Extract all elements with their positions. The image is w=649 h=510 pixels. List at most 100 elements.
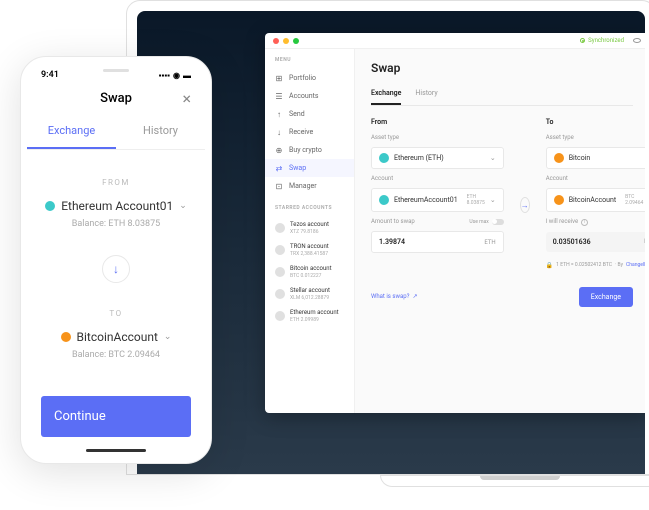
starred-account-ethereum[interactable]: Ethereum accountETH 2.09989 bbox=[265, 305, 354, 327]
sidebar-item-portfolio[interactable]: ⊞Portfolio bbox=[265, 69, 354, 87]
tron-icon bbox=[275, 245, 285, 255]
receive-output: 0.03501636 BTC bbox=[546, 232, 645, 252]
swap-direction-button[interactable]: → bbox=[520, 197, 530, 213]
sync-icon bbox=[580, 38, 585, 43]
to-asset-select[interactable]: Bitcoin ⌄ bbox=[546, 147, 645, 169]
bitcoin-coin-icon bbox=[554, 153, 564, 163]
to-balance: Balance: BTC 2.09464 bbox=[45, 350, 187, 360]
laptop-notch bbox=[480, 476, 560, 480]
phone-title: Swap bbox=[100, 91, 132, 106]
app-body: MENU ⊞Portfolio ☰Accounts ↑Send ↓Receive… bbox=[265, 49, 645, 413]
to-section-label: TO bbox=[45, 309, 187, 318]
phone-tab-history[interactable]: History bbox=[116, 114, 205, 149]
ethereum-icon bbox=[275, 311, 285, 321]
titlebar: Synchronized bbox=[265, 33, 645, 49]
phone-tabs: Exchange History bbox=[27, 114, 205, 150]
exchange-button[interactable]: Exchange bbox=[579, 287, 633, 307]
stellar-icon bbox=[275, 289, 285, 299]
bitcoin-icon bbox=[275, 267, 285, 277]
sync-status: Synchronized bbox=[580, 37, 641, 44]
from-balance: Balance: ETH 8.03875 bbox=[45, 219, 187, 229]
sidebar-item-manager[interactable]: ⊡Manager bbox=[265, 177, 354, 195]
tab-exchange[interactable]: Exchange bbox=[371, 89, 401, 105]
sidebar: MENU ⊞Portfolio ☰Accounts ↑Send ↓Receive… bbox=[265, 49, 355, 413]
use-max-toggle[interactable]: Use max bbox=[469, 219, 503, 225]
laptop-screen: Synchronized MENU ⊞Portfolio ☰Accounts ↑… bbox=[137, 11, 645, 474]
from-label: From bbox=[371, 118, 504, 126]
from-account-select[interactable]: Ethereum Account01 ⌄ bbox=[45, 199, 187, 213]
to-account-select[interactable]: BitcoinAccount ⌄ bbox=[45, 330, 187, 344]
starred-account-tron[interactable]: TRON accountTRX 2,388.41587 bbox=[265, 239, 354, 261]
sidebar-item-send[interactable]: ↑Send bbox=[265, 105, 354, 123]
exchange-rate: 🔒 1 ETH = 0.02502412 BTC · By Changelly … bbox=[546, 262, 645, 269]
from-column: From Asset type Ethereum (ETH) ⌄ Account bbox=[371, 118, 504, 269]
bitcoin-coin-icon bbox=[61, 332, 71, 342]
signal-icon: ▪▪▪▪ bbox=[159, 71, 170, 80]
phone-screen: 9:41 ▪▪▪▪ ◉ ▬ Swap × Exchange History FR… bbox=[27, 63, 205, 457]
starred-section-label: STARRED ACCOUNTS bbox=[265, 195, 354, 217]
tab-history[interactable]: History bbox=[415, 89, 437, 105]
starred-account-stellar[interactable]: Stellar accountXLM 6,012.28879 bbox=[265, 283, 354, 305]
what-is-swap-link[interactable]: What is swap?↗ bbox=[371, 293, 418, 300]
sidebar-item-accounts[interactable]: ☰Accounts bbox=[265, 87, 354, 105]
swap-form: From Asset type Ethereum (ETH) ⌄ Account bbox=[371, 118, 633, 269]
manager-icon: ⊡ bbox=[275, 182, 283, 190]
page-title: Swap bbox=[371, 61, 633, 75]
phone-content: FROM Ethereum Account01 ⌄ Balance: ETH 8… bbox=[27, 150, 205, 370]
amount-label: Amount to swap bbox=[371, 218, 415, 225]
sidebar-item-receive[interactable]: ↓Receive bbox=[265, 123, 354, 141]
close-icon[interactable]: × bbox=[182, 89, 191, 108]
swap-direction-button[interactable]: ↓ bbox=[102, 255, 130, 283]
maximize-window-button[interactable] bbox=[293, 38, 299, 44]
starred-account-bitcoin[interactable]: Bitcoin accountBTC 0.012227 bbox=[265, 261, 354, 283]
from-asset-type-label: Asset type bbox=[371, 134, 504, 141]
send-icon: ↑ bbox=[275, 110, 283, 118]
speaker bbox=[103, 69, 129, 72]
receive-icon: ↓ bbox=[275, 128, 283, 136]
desktop-app-window: Synchronized MENU ⊞Portfolio ☰Accounts ↑… bbox=[265, 33, 645, 413]
to-account-select[interactable]: BitcoinAccount BTC 2.09464 ⌄ bbox=[546, 188, 645, 212]
tezos-icon bbox=[275, 223, 285, 233]
continue-button[interactable]: Continue bbox=[41, 396, 191, 437]
ethereum-coin-icon bbox=[45, 201, 55, 211]
main-content: Swap Exchange History From Asset type bbox=[355, 49, 645, 413]
provider-link[interactable]: Changelly bbox=[626, 262, 645, 268]
phone-header: Swap × bbox=[27, 83, 205, 114]
from-asset-select[interactable]: Ethereum (ETH) ⌄ bbox=[371, 147, 504, 169]
receive-label: I will receivei bbox=[546, 218, 645, 226]
phone-notch bbox=[81, 63, 151, 77]
chevron-down-icon: ⌄ bbox=[490, 196, 496, 204]
sidebar-item-swap[interactable]: ⇄Swap bbox=[265, 159, 354, 177]
status-icons: ▪▪▪▪ ◉ ▬ bbox=[159, 71, 191, 80]
toggle-icon bbox=[492, 219, 504, 225]
phone-tab-exchange[interactable]: Exchange bbox=[27, 114, 116, 149]
buy-icon: ⊕ bbox=[275, 146, 283, 154]
from-account-label: Account bbox=[371, 175, 504, 182]
bottom-row: What is swap?↗ Exchange bbox=[371, 287, 633, 307]
amount-input[interactable]: 1.39874 ETH bbox=[371, 231, 504, 253]
swap-icon: ⇄ bbox=[275, 164, 283, 172]
info-icon[interactable]: i bbox=[581, 219, 588, 226]
phone-mockup: 9:41 ▪▪▪▪ ◉ ▬ Swap × Exchange History FR… bbox=[20, 56, 212, 464]
visibility-icon[interactable] bbox=[633, 38, 641, 43]
lock-icon: 🔒 bbox=[546, 262, 553, 269]
ethereum-coin-icon bbox=[379, 195, 389, 205]
wifi-icon: ◉ bbox=[173, 71, 180, 80]
sync-label: Synchronized bbox=[588, 37, 624, 44]
from-account-select[interactable]: EthereumAccount01 ETH 8.03875 ⌄ bbox=[371, 188, 504, 212]
to-label: To bbox=[546, 118, 645, 126]
to-column: To Asset type Bitcoin ⌄ Account bbox=[546, 118, 645, 269]
to-account-label: Account bbox=[546, 175, 645, 182]
close-window-button[interactable] bbox=[273, 38, 279, 44]
tabs: Exchange History bbox=[371, 89, 633, 106]
sidebar-item-buy[interactable]: ⊕Buy crypto bbox=[265, 141, 354, 159]
traffic-lights bbox=[273, 38, 299, 44]
chevron-down-icon: ⌄ bbox=[179, 201, 187, 211]
to-asset-type-label: Asset type bbox=[546, 134, 645, 141]
minimize-window-button[interactable] bbox=[283, 38, 289, 44]
accounts-icon: ☰ bbox=[275, 92, 283, 100]
starred-account-tezos[interactable]: Tezos accountXTZ 79.8186 bbox=[265, 217, 354, 239]
chevron-down-icon: ⌄ bbox=[490, 154, 496, 162]
battery-icon: ▬ bbox=[183, 71, 191, 80]
home-indicator bbox=[86, 449, 146, 452]
